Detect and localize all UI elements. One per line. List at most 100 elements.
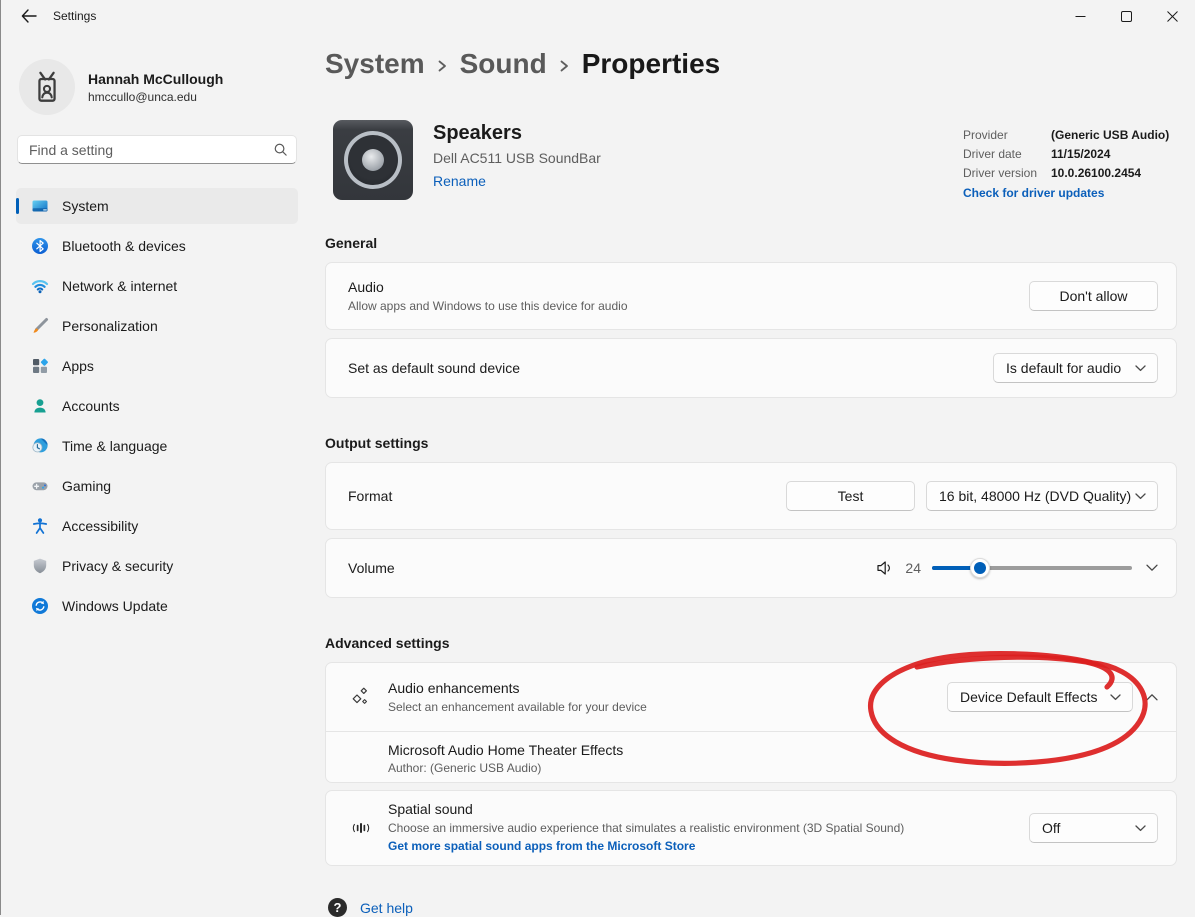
selected-accent-bar (16, 198, 19, 214)
device-description: Dell AC511 USB SoundBar (433, 150, 601, 166)
sidebar-item-bluetooth-devices[interactable]: Bluetooth & devices (16, 228, 298, 264)
get-help[interactable]: ? Get help (328, 898, 413, 917)
chevron-down-icon (1135, 825, 1146, 832)
sidebar-item-accessibility[interactable]: Accessibility (16, 508, 298, 544)
default-device-title: Set as default sound device (348, 360, 993, 376)
sidebar-item-label: System (62, 198, 109, 214)
sidebar-item-label: Accessibility (62, 518, 138, 534)
brush-icon (31, 317, 49, 335)
sparkles-icon (351, 678, 371, 716)
titlebar: Settings (0, 0, 1195, 32)
breadcrumb-sound[interactable]: Sound (460, 48, 547, 80)
window-controls (1057, 0, 1195, 32)
audio-enhancements-card: Audio enhancements Select an enhancement… (325, 662, 1177, 783)
spatial-sound-icon (351, 809, 371, 847)
spatial-description: Choose an immersive audio experience tha… (388, 821, 1029, 835)
driver-info-row: Driver version 10.0.26100.2454 (963, 164, 1169, 183)
minimize-button[interactable] (1057, 0, 1103, 32)
section-advanced: Advanced settings (325, 635, 449, 651)
format-dropdown[interactable]: 16 bit, 48000 Hz (DVD Quality) (926, 481, 1158, 511)
sidebar-item-personalization[interactable]: Personalization (16, 308, 298, 344)
bluetooth-icon (31, 237, 49, 255)
speaker-volume-icon (876, 560, 893, 576)
default-device-dropdown[interactable]: Is default for audio (993, 353, 1158, 383)
breadcrumb: System Sound Properties (325, 48, 720, 80)
volume-expander-chevron-icon[interactable] (1146, 564, 1158, 572)
spatial-title: Spatial sound (388, 801, 1029, 817)
spatial-dropdown[interactable]: Off (1029, 813, 1158, 843)
search-icon (273, 142, 288, 157)
chevron-down-icon (1135, 365, 1146, 372)
sidebar-item-label: Privacy & security (62, 558, 173, 574)
help-icon: ? (328, 898, 347, 917)
enhancement-detail-author: Author: (Generic USB Audio) (388, 761, 1158, 775)
speaker-device-image (333, 120, 413, 200)
user-profile[interactable]: Hannah McCullough hmccullo@unca.edu (19, 59, 223, 115)
volume-value: 24 (905, 560, 921, 576)
sidebar-item-label: Time & language (62, 438, 167, 454)
driver-info-row: Provider (Generic USB Audio) (963, 126, 1169, 145)
check-driver-updates-link[interactable]: Check for driver updates (963, 186, 1104, 200)
audio-allow-card: Audio Allow apps and Windows to use this… (325, 262, 1177, 330)
sidebar-item-label: Gaming (62, 478, 111, 494)
sidebar-item-windows-update[interactable]: Windows Update (16, 588, 298, 624)
back-arrow-icon (21, 9, 37, 23)
person-icon (31, 397, 49, 415)
volume-slider[interactable] (932, 558, 1132, 578)
update-icon (31, 597, 49, 615)
sidebar-item-label: Bluetooth & devices (62, 238, 186, 254)
chevron-right-icon (559, 57, 570, 75)
driver-info-row: Driver date 11/15/2024 (963, 145, 1169, 164)
sidebar-nav: System Bluetooth & devices (16, 188, 298, 628)
spatial-store-link[interactable]: Get more spatial sound apps from the Mic… (388, 839, 695, 853)
device-header: Speakers Dell AC511 USB SoundBar Rename (333, 120, 601, 200)
section-output: Output settings (325, 435, 428, 451)
minimize-icon (1075, 11, 1086, 22)
sidebar-item-label: Windows Update (62, 598, 168, 614)
clock-globe-icon (31, 437, 49, 455)
format-card: Format Test 16 bit, 48000 Hz (DVD Qualit… (325, 462, 1177, 530)
close-button[interactable] (1149, 0, 1195, 32)
id-badge-icon (30, 70, 64, 104)
profile-name: Hannah McCullough (88, 71, 223, 87)
maximize-button[interactable] (1103, 0, 1149, 32)
window-title: Settings (53, 9, 96, 23)
sidebar-item-label: Network & internet (62, 278, 177, 294)
maximize-icon (1121, 11, 1132, 22)
device-name: Speakers (433, 122, 601, 145)
sidebar-item-accounts[interactable]: Accounts (16, 388, 298, 424)
sidebar-item-gaming[interactable]: Gaming (16, 468, 298, 504)
back-button[interactable] (12, 3, 46, 29)
sidebar-item-time-language[interactable]: Time & language (16, 428, 298, 464)
driver-info: Provider (Generic USB Audio) Driver date… (963, 126, 1169, 200)
sidebar-item-privacy-security[interactable]: Privacy & security (16, 548, 298, 584)
enhancements-description: Select an enhancement available for your… (388, 700, 947, 714)
breadcrumb-properties: Properties (582, 48, 721, 80)
search-input[interactable] (29, 142, 273, 158)
search-box[interactable] (17, 135, 297, 164)
sidebar-item-label: Accounts (62, 398, 120, 414)
get-help-link[interactable]: Get help (360, 900, 413, 916)
audio-row-title: Audio (348, 279, 1029, 295)
enhancements-collapse-chevron-icon[interactable] (1146, 693, 1158, 701)
close-icon (1167, 11, 1178, 22)
section-general: General (325, 235, 377, 251)
spatial-sound-card: Spatial sound Choose an immersive audio … (325, 790, 1177, 866)
sidebar-item-system[interactable]: System (16, 188, 298, 224)
accessibility-person-icon (31, 517, 49, 535)
enhancement-detail-row: Microsoft Audio Home Theater Effects Aut… (326, 732, 1176, 784)
breadcrumb-system[interactable]: System (325, 48, 425, 80)
dont-allow-button[interactable]: Don't allow (1029, 281, 1158, 311)
volume-title: Volume (348, 560, 876, 576)
format-title: Format (348, 488, 786, 504)
rename-link[interactable]: Rename (433, 173, 486, 189)
sidebar-item-label: Personalization (62, 318, 158, 334)
chevron-right-icon (437, 57, 448, 75)
sidebar-item-network-internet[interactable]: Network & internet (16, 268, 298, 304)
avatar (19, 59, 75, 115)
chevron-down-icon (1110, 694, 1121, 701)
enhancements-dropdown[interactable]: Device Default Effects (947, 682, 1133, 712)
sidebar-item-apps[interactable]: Apps (16, 348, 298, 384)
volume-slider-thumb[interactable] (970, 558, 990, 578)
test-button[interactable]: Test (786, 481, 915, 511)
